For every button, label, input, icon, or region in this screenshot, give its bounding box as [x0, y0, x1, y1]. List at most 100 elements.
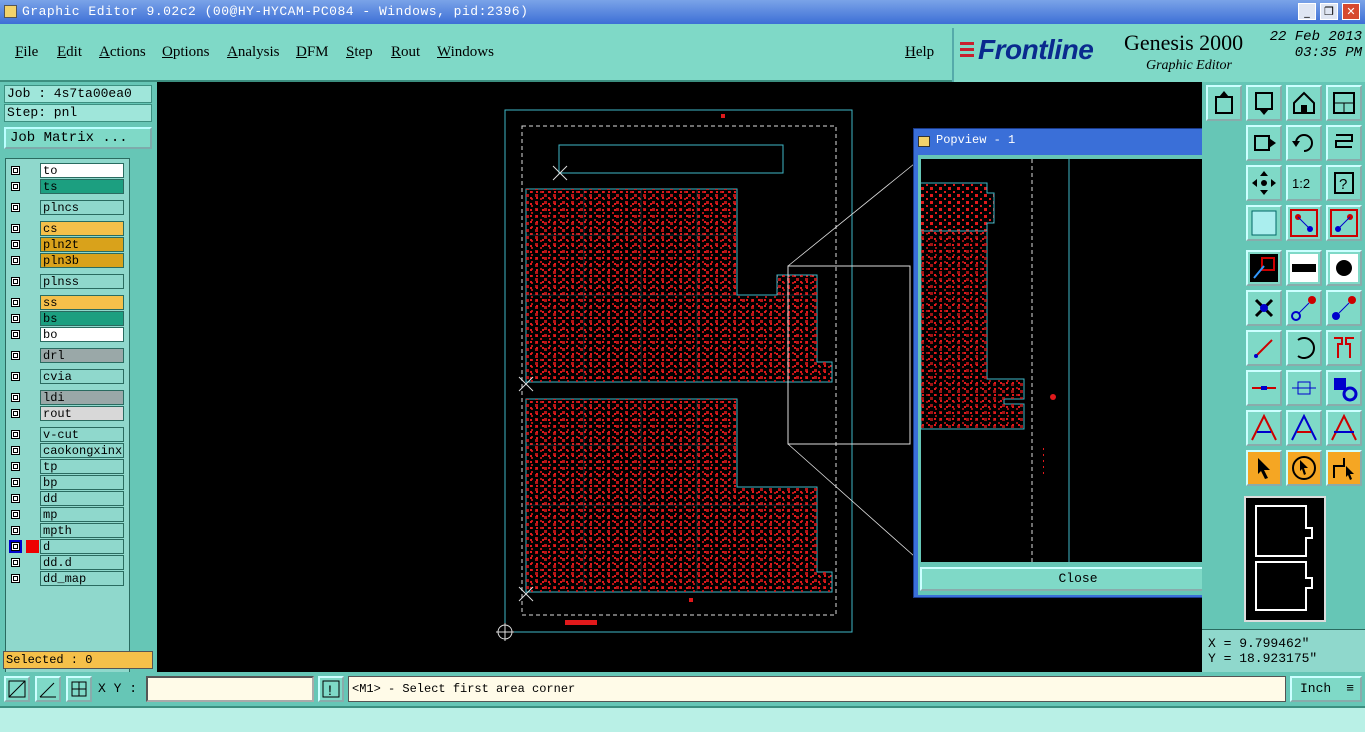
grid-icon[interactable] — [1246, 205, 1282, 241]
redraw-icon[interactable] — [1326, 125, 1362, 161]
menu-rout[interactable]: Rout — [391, 44, 420, 61]
menu-options[interactable]: Options — [162, 44, 210, 61]
polygon-a-icon[interactable] — [1246, 410, 1282, 446]
grid-snap-icon[interactable] — [66, 676, 92, 702]
layer-row[interactable]: drl — [6, 348, 129, 364]
layer-row[interactable]: d — [6, 539, 129, 555]
pan-icon[interactable] — [1246, 165, 1282, 201]
select-net-icon[interactable] — [1326, 450, 1362, 486]
polygon-b-icon[interactable] — [1286, 410, 1322, 446]
layer-row[interactable]: plnss — [6, 274, 129, 290]
open-job-icon[interactable] — [1206, 85, 1242, 121]
layer-name[interactable]: rout — [40, 406, 124, 421]
layer-name[interactable]: bo — [40, 327, 124, 342]
layer-row[interactable]: mpth — [6, 523, 129, 539]
net-compare-icon[interactable] — [1286, 205, 1322, 241]
arc-icon[interactable] — [1286, 330, 1322, 366]
layer-name[interactable]: dd — [40, 491, 124, 506]
job-matrix-button[interactable]: Job Matrix ... — [4, 127, 152, 149]
line-icon[interactable] — [1246, 330, 1282, 366]
layer-row[interactable]: dd — [6, 491, 129, 507]
layer-row[interactable]: rout — [6, 406, 129, 422]
save-icon[interactable] — [1246, 85, 1282, 121]
layer-checkbox[interactable] — [11, 478, 20, 487]
layer-name[interactable]: dd_map — [40, 571, 124, 586]
layer-name[interactable]: tp — [40, 459, 124, 474]
alert-icon[interactable]: ! — [318, 676, 344, 702]
layer-row[interactable]: caokongxinxi — [6, 443, 129, 459]
menu-help[interactable]: Help — [905, 44, 934, 61]
maximize-button[interactable]: ❐ — [1320, 3, 1338, 20]
layer-checkbox[interactable] — [11, 372, 20, 381]
layer-checkbox[interactable] — [11, 277, 20, 286]
layer-checkbox[interactable] — [11, 430, 20, 439]
layer-row[interactable]: bo — [6, 327, 129, 343]
layer-checkbox[interactable] — [11, 558, 20, 567]
snap-icon[interactable] — [1246, 125, 1282, 161]
layer-name[interactable]: d — [40, 539, 124, 554]
delete-icon[interactable] — [1246, 290, 1282, 326]
select-rotate-icon[interactable] — [1286, 450, 1322, 486]
pad-icon[interactable] — [1326, 250, 1362, 286]
net-check-icon[interactable] — [1326, 205, 1362, 241]
layer-checkbox[interactable] — [11, 224, 20, 233]
menu-step[interactable]: Step — [346, 44, 373, 61]
layer-name[interactable]: pln2t — [40, 237, 124, 252]
close-button[interactable]: ✕ — [1342, 3, 1360, 20]
layer-name[interactable]: plncs — [40, 200, 124, 215]
layer-row[interactable]: bp — [6, 475, 129, 491]
layer-name[interactable]: pln3b — [40, 253, 124, 268]
layer-checkbox[interactable] — [11, 298, 20, 307]
split-icon[interactable] — [1246, 370, 1282, 406]
layer-name[interactable]: ldi — [40, 390, 124, 405]
move-icon[interactable] — [1286, 290, 1322, 326]
layer-row[interactable]: tp — [6, 459, 129, 475]
layer-checkbox[interactable] — [11, 574, 20, 583]
layer-checkbox[interactable] — [11, 182, 20, 191]
polygon-c-icon[interactable] — [1326, 410, 1362, 446]
layer-name[interactable]: to — [40, 163, 124, 178]
select-icon[interactable] — [1246, 450, 1282, 486]
layer-checkbox[interactable] — [11, 542, 20, 551]
menu-file[interactable]: File — [15, 44, 38, 61]
layer-row[interactable]: dd_map — [6, 571, 129, 587]
layer-name[interactable]: dd.d — [40, 555, 124, 570]
zoom-corner-icon[interactable] — [4, 676, 30, 702]
layer-row[interactable]: cvia — [6, 369, 129, 385]
view-icon[interactable] — [1326, 85, 1362, 121]
layer-name[interactable]: bp — [40, 475, 124, 490]
layer-checkbox[interactable] — [11, 409, 20, 418]
popview-canvas[interactable] — [920, 159, 1203, 562]
layer-checkbox[interactable] — [11, 166, 20, 175]
menu-actions[interactable]: Actions — [99, 44, 146, 61]
layer-row[interactable]: plncs — [6, 200, 129, 216]
dimension-icon[interactable] — [1286, 370, 1322, 406]
menu-windows[interactable]: Windows — [437, 44, 494, 61]
layer-row[interactable]: ss — [6, 295, 129, 311]
layer-row[interactable]: bs — [6, 311, 129, 327]
layer-row[interactable]: pln2t — [6, 237, 129, 253]
layer-row[interactable]: to — [6, 163, 129, 179]
layer-checkbox[interactable] — [11, 351, 20, 360]
shapes-icon[interactable] — [1326, 370, 1362, 406]
layer-name[interactable]: mp — [40, 507, 124, 522]
layer-checkbox[interactable] — [11, 526, 20, 535]
menu-dfm[interactable]: DFM — [296, 44, 329, 61]
scale-1-2-icon[interactable]: 1:2 — [1286, 165, 1322, 201]
layer-row[interactable]: ldi — [6, 390, 129, 406]
zoom-angle-icon[interactable] — [35, 676, 61, 702]
layer-name[interactable]: ts — [40, 179, 124, 194]
help-question-icon[interactable]: ? — [1326, 165, 1362, 201]
layer-name[interactable]: mpth — [40, 523, 124, 538]
undo-icon[interactable] — [1286, 125, 1322, 161]
menu-analysis[interactable]: Analysis — [227, 44, 280, 61]
layer-name[interactable]: caokongxinxi — [40, 443, 124, 458]
layer-name[interactable]: ss — [40, 295, 124, 310]
copy-icon[interactable] — [1326, 290, 1362, 326]
layer-name[interactable]: drl — [40, 348, 124, 363]
layer-row[interactable]: v-cut — [6, 427, 129, 443]
layer-checkbox[interactable] — [11, 203, 20, 212]
layer-checkbox[interactable] — [11, 510, 20, 519]
layer-name[interactable]: v-cut — [40, 427, 124, 442]
layer-name[interactable]: cvia — [40, 369, 124, 384]
